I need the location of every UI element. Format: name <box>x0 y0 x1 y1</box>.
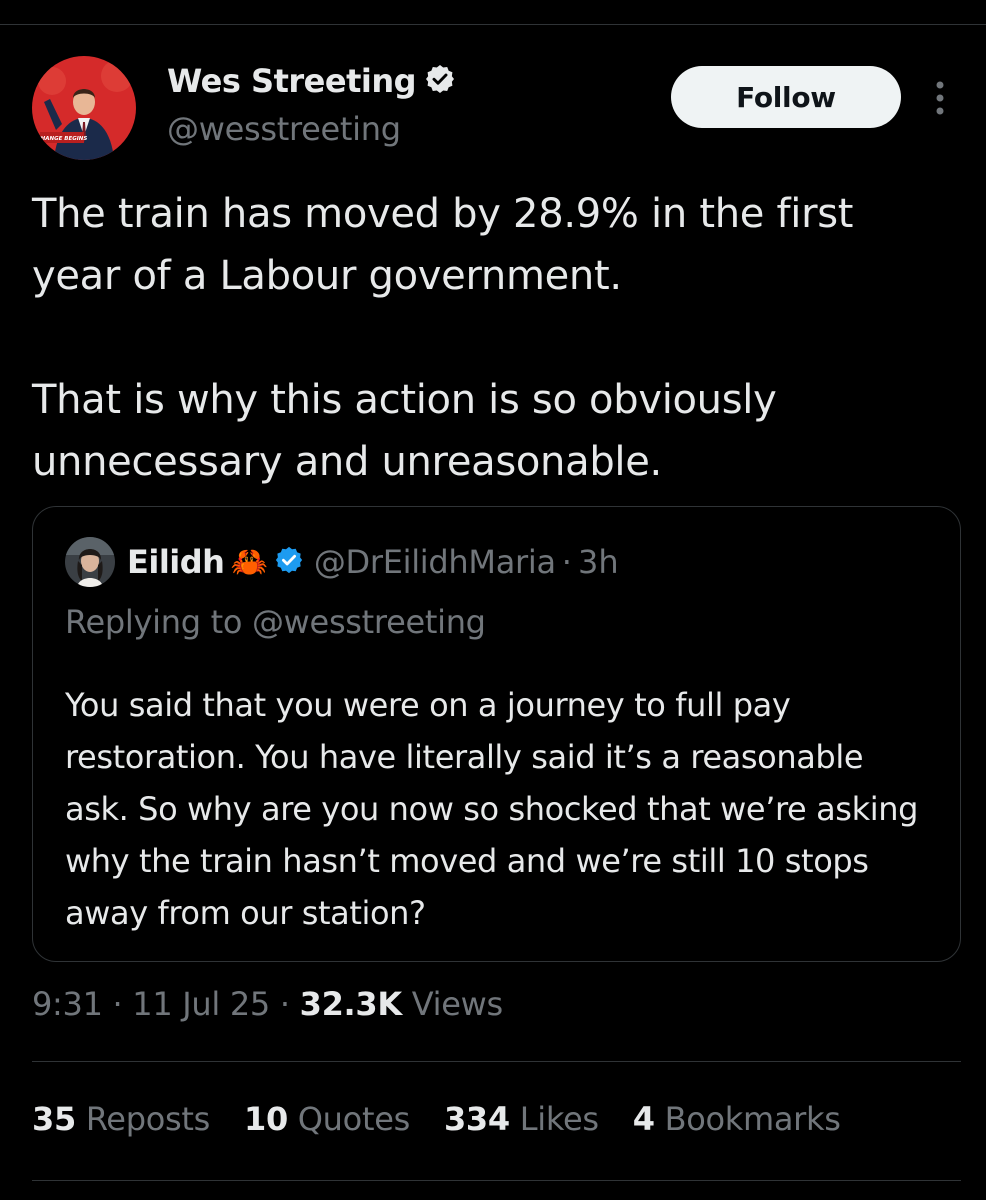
replying-to-label[interactable]: Replying to @wesstreeting <box>65 603 486 641</box>
stats-divider <box>32 1061 961 1062</box>
quoted-tweet-header: Eilidh 🦀 @DrEilidhMaria · 3h <box>65 537 619 587</box>
more-options-icon[interactable] <box>930 78 950 118</box>
views-count: 32.3K <box>299 985 403 1023</box>
author-name[interactable]: Wes Streeting <box>167 62 417 100</box>
follow-button[interactable]: Follow <box>671 66 901 128</box>
stat-count: 4 <box>632 1100 655 1138</box>
tweet-paragraph: The train has moved by 28.9% in the firs… <box>32 191 854 299</box>
verified-badge-icon <box>274 545 304 579</box>
author-avatar[interactable]: CHANGE BEGINS <box>32 56 136 160</box>
separator-dot: · <box>112 985 123 1023</box>
tweet-meta: 9:31 · 11 Jul 25 · 32.3K Views <box>32 985 503 1023</box>
verified-badge-icon <box>424 63 456 99</box>
stat-label: Bookmarks <box>664 1100 841 1138</box>
stat-quotes[interactable]: 10 Quotes <box>244 1100 410 1138</box>
separator-dot: · <box>561 543 572 581</box>
stat-reposts[interactable]: 35 Reposts <box>32 1100 210 1138</box>
stat-count: 334 <box>443 1100 510 1138</box>
quoted-tweet-time[interactable]: 3h <box>578 543 619 581</box>
engagement-stats: 35 Reposts 10 Quotes 334 Likes 4 Bookmar… <box>32 1100 875 1138</box>
views-label: Views <box>411 985 503 1023</box>
bottom-divider <box>32 1180 961 1181</box>
tweet-date[interactable]: 11 Jul 25 <box>132 985 270 1023</box>
tweet-text: The train has moved by 28.9% in the firs… <box>32 183 932 493</box>
author-handle[interactable]: @wesstreeting <box>167 110 401 148</box>
quoted-author-name[interactable]: Eilidh <box>127 543 225 581</box>
top-divider <box>0 24 986 25</box>
separator-dot: · <box>279 985 290 1023</box>
stat-bookmarks[interactable]: 4 Bookmarks <box>633 1100 841 1138</box>
stat-label: Quotes <box>297 1100 410 1138</box>
author-name-row: Wes Streeting <box>167 62 456 100</box>
stat-count: 35 <box>32 1100 76 1138</box>
tweet-paragraph: That is why this action is so obviously … <box>32 377 777 485</box>
quoted-author-handle[interactable]: @DrEilidhMaria <box>314 543 556 581</box>
quoted-tweet-text: You said that you were on a journey to f… <box>65 686 918 932</box>
stat-count: 10 <box>243 1100 288 1138</box>
crab-emoji-icon: 🦀 <box>230 544 268 580</box>
quoted-author-avatar[interactable] <box>65 537 115 587</box>
stat-label: Likes <box>519 1100 599 1138</box>
stat-likes[interactable]: 334 Likes <box>444 1100 599 1138</box>
tweet-time[interactable]: 9:31 <box>32 985 103 1023</box>
avatar-banner-text: CHANGE BEGINS <box>37 136 88 142</box>
stat-label: Reposts <box>85 1100 210 1138</box>
quoted-tweet-card[interactable]: Eilidh 🦀 @DrEilidhMaria · 3h Replying to… <box>32 506 961 962</box>
